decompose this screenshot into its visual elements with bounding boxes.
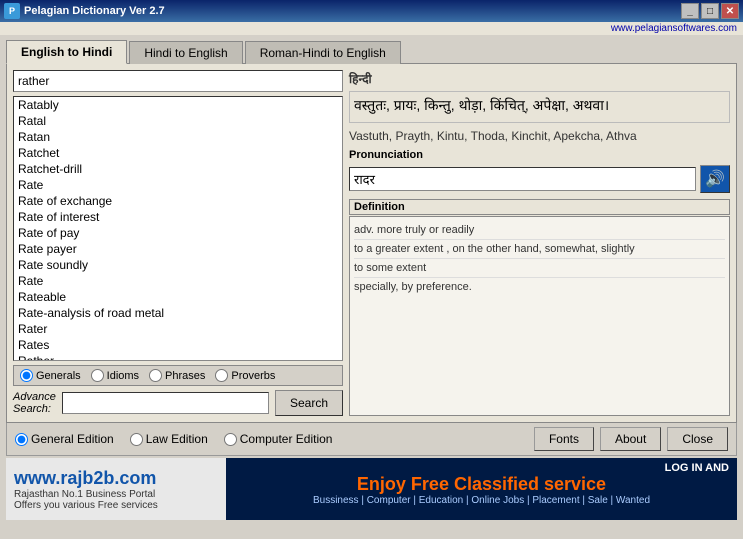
tab-hindi-to-english[interactable]: Hindi to English — [129, 41, 242, 64]
maximize-button[interactable]: □ — [701, 3, 719, 19]
transliteration-text: Vastuth, Prayth, Kintu, Thoda, Kinchit, … — [349, 127, 730, 145]
list-item[interactable]: Ratably — [14, 97, 342, 113]
hindi-label: हिन्दी — [349, 70, 730, 87]
list-item[interactable]: Rate payer — [14, 241, 342, 257]
tab-english-to-hindi[interactable]: English to Hindi — [6, 40, 127, 64]
ad-url[interactable]: www.rajb2b.com — [14, 468, 218, 489]
ad-banner: www.rajb2b.com Rajasthan No.1 Business P… — [6, 458, 737, 520]
titlebar-title: Pelagian Dictionary Ver 2.7 — [24, 5, 165, 17]
list-item[interactable]: Rate of exchange — [14, 193, 342, 209]
pronunciation-label: Pronunciation — [349, 149, 730, 161]
tab-roman-hindi-to-english[interactable]: Roman-Hindi to English — [245, 41, 401, 64]
radio-generals[interactable]: Generals — [20, 369, 81, 382]
list-item[interactable]: Rate-analysis of road metal — [14, 305, 342, 321]
list-item[interactable]: Rather — [14, 353, 342, 361]
window-controls: _ □ ✕ — [681, 3, 739, 19]
definition-item: to a greater extent , on the other hand,… — [354, 240, 725, 259]
list-item[interactable]: Ratchet-drill — [14, 161, 342, 177]
definition-item: specially, by preference. — [354, 278, 725, 296]
titlebar: P Pelagian Dictionary Ver 2.7 _ □ ✕ — [0, 0, 743, 22]
close-window-button[interactable]: ✕ — [721, 3, 739, 19]
fonts-button[interactable]: Fonts — [534, 427, 594, 451]
tabs-bar: English to Hindi Hindi to English Roman-… — [0, 35, 743, 63]
radio-general-edition[interactable]: General Edition — [15, 432, 114, 446]
advance-search-label: AdvanceSearch: — [13, 391, 56, 415]
radio-proverbs[interactable]: Proverbs — [215, 369, 275, 382]
about-button[interactable]: About — [600, 427, 661, 451]
website-bar: www.pelagiansoftwares.com — [0, 22, 743, 35]
list-item[interactable]: Ratal — [14, 113, 342, 129]
radio-law-edition[interactable]: Law Edition — [130, 432, 208, 446]
list-item[interactable]: Rateable — [14, 289, 342, 305]
hindi-text: वस्तुतः, प्रायः, किन्तु, थोड़ा, किंचित्,… — [349, 91, 730, 123]
pronunciation-input[interactable] — [349, 167, 696, 191]
search-button[interactable]: Search — [275, 390, 343, 416]
definition-box: adv. more truly or readilyto a greater e… — [349, 216, 730, 416]
bottom-buttons: Fonts About Close — [534, 427, 728, 451]
search-input[interactable] — [13, 70, 343, 92]
word-list[interactable]: RatablyRatalRatanRatchetRatchet-drillRat… — [13, 96, 343, 361]
list-item[interactable]: Rate soundly — [14, 257, 342, 273]
definition-item: to some extent — [354, 259, 725, 278]
definition-item: adv. more truly or readily — [354, 221, 725, 240]
ad-sub1: Rajasthan No.1 Business Portal — [14, 489, 218, 500]
definition-label: Definition — [349, 199, 730, 215]
options-bar: General Edition Law Edition Computer Edi… — [6, 423, 737, 456]
radio-idioms[interactable]: Idioms — [91, 369, 139, 382]
list-item[interactable]: Rates — [14, 337, 342, 353]
radio-computer-edition[interactable]: Computer Edition — [224, 432, 333, 446]
main-content: RatablyRatalRatanRatchetRatchet-drillRat… — [6, 63, 737, 423]
minimize-button[interactable]: _ — [681, 3, 699, 19]
ad-sub2: Offers you various Free services — [14, 500, 218, 511]
radio-phrases[interactable]: Phrases — [149, 369, 205, 382]
edition-radios: General Edition Law Edition Computer Edi… — [15, 432, 332, 446]
filter-radio-group: Generals Idioms Phrases Proverbs — [13, 365, 343, 386]
list-item[interactable]: Rater — [14, 321, 342, 337]
advance-search-row: AdvanceSearch: Search — [13, 390, 343, 416]
list-item[interactable]: Rate — [14, 177, 342, 193]
list-item[interactable]: Ratan — [14, 129, 342, 145]
advance-search-input[interactable] — [62, 392, 269, 414]
ad-links: Bussiness | Computer | Education | Onlin… — [234, 495, 729, 506]
ad-right: LOG IN AND Enjoy Free Classified service… — [226, 458, 737, 520]
speaker-button[interactable]: 🔊 — [700, 165, 730, 193]
right-panel: हिन्दी वस्तुतः, प्रायः, किन्तु, थोड़ा, क… — [349, 70, 730, 416]
speaker-icon: 🔊 — [705, 169, 725, 189]
ad-main-text: Enjoy Free Classified service — [234, 474, 729, 495]
left-panel: RatablyRatalRatanRatchetRatchet-drillRat… — [13, 70, 343, 416]
website-url: www.pelagiansoftwares.com — [611, 23, 737, 34]
pronunciation-row: 🔊 — [349, 165, 730, 193]
ad-login-text: LOG IN AND — [234, 462, 729, 474]
close-button[interactable]: Close — [667, 427, 728, 451]
list-item[interactable]: Rate — [14, 273, 342, 289]
list-item[interactable]: Ratchet — [14, 145, 342, 161]
ad-left: www.rajb2b.com Rajasthan No.1 Business P… — [6, 458, 226, 520]
list-item[interactable]: Rate of interest — [14, 209, 342, 225]
list-item[interactable]: Rate of pay — [14, 225, 342, 241]
app-icon: P — [4, 3, 20, 19]
